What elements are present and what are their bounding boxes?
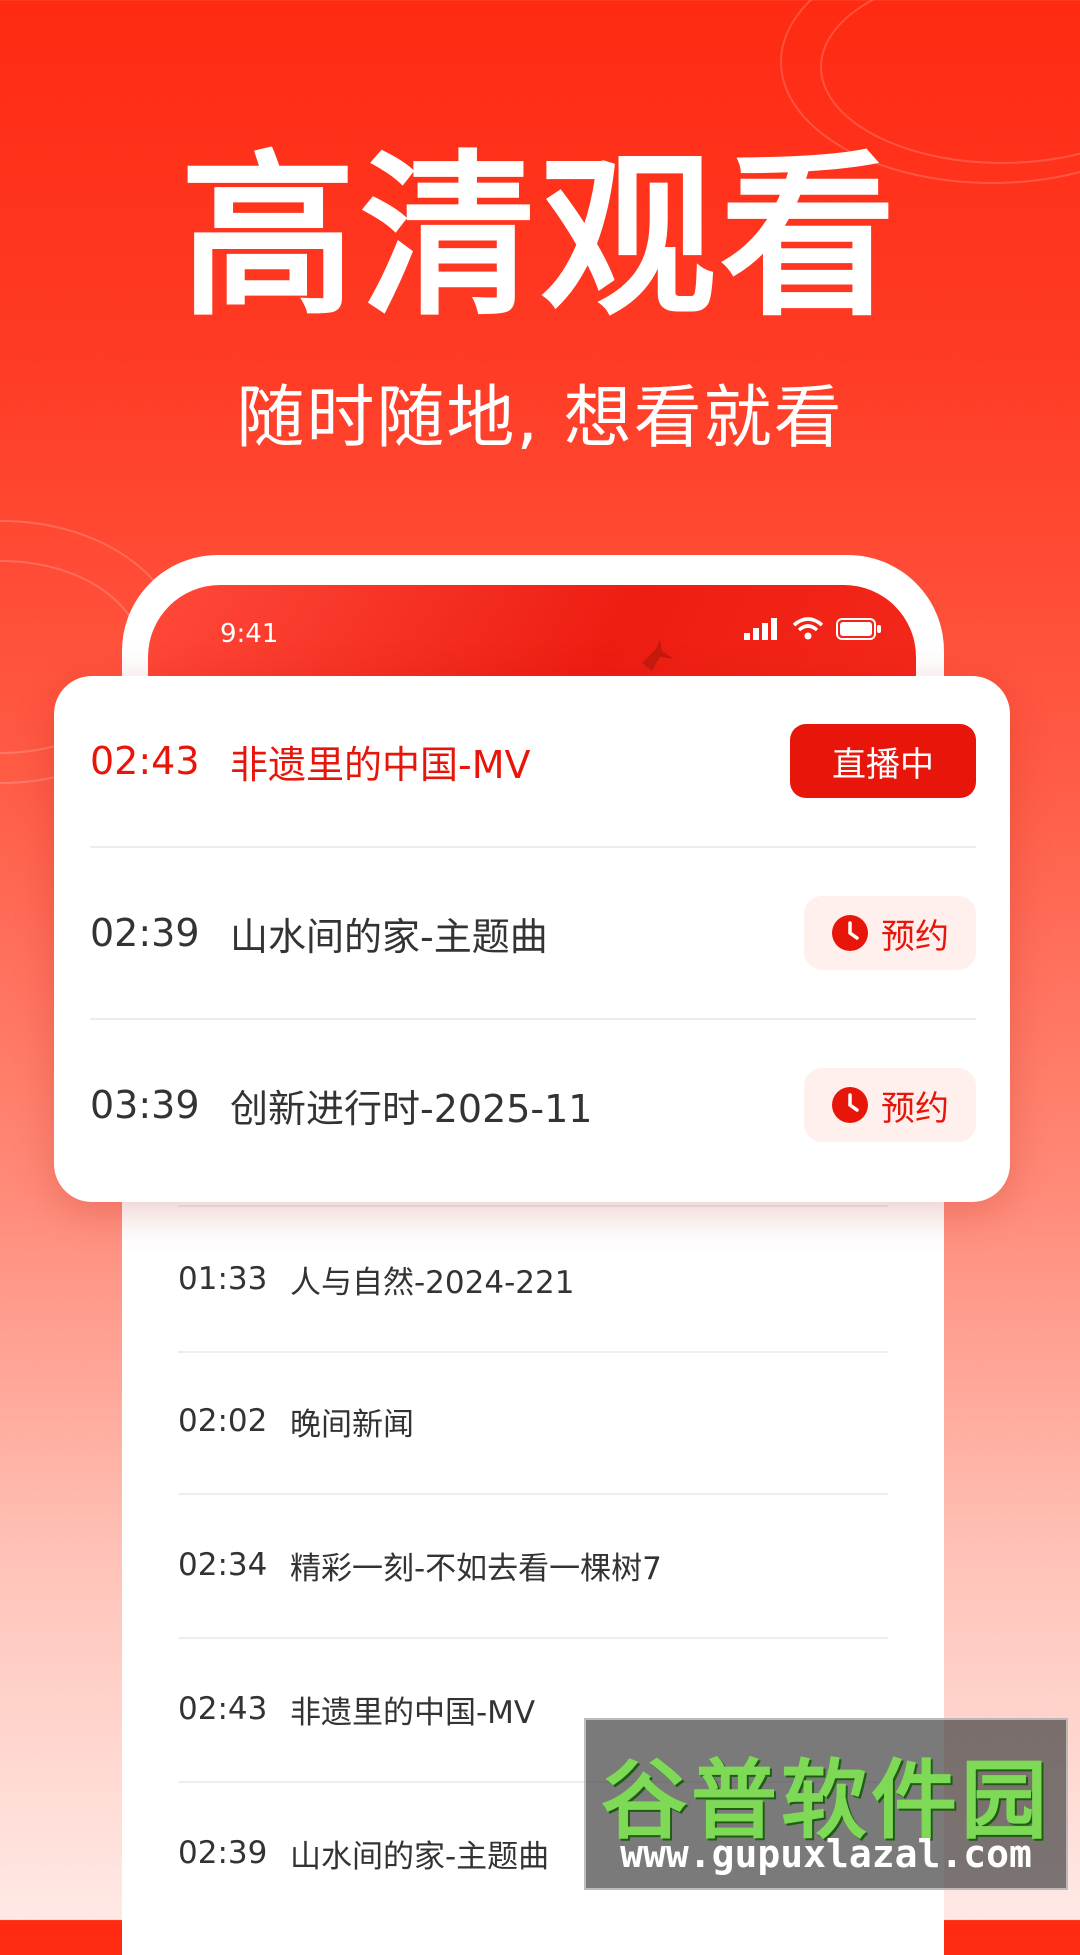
phone-header: 9:41 [148,585,916,685]
schedule-title: 晚间新闻 [290,1406,414,1443]
bird-icon [642,639,674,671]
battery-icon [836,618,881,640]
reserve-button[interactable]: 预约 [804,896,976,970]
program-time: 02:43 [90,739,200,783]
hero-headline: 高清观看 [179,135,900,340]
featured-program-card: 02:43 非遗里的中国-MV 直播中 02:39 山水间的家-主题曲 预约 0… [54,676,1010,1202]
reserve-label: 预约 [881,1088,949,1129]
program-time: 03:39 [90,1083,200,1127]
schedule-time: 02:02 [178,1403,268,1439]
clock-icon [832,1087,868,1123]
schedule-title: 山水间的家-主题曲 [290,1838,550,1875]
schedule-title: 人与自然-2024-221 [290,1264,575,1301]
schedule-time: 02:34 [178,1547,268,1583]
program-title: 创新进行时-2025-11 [230,1086,593,1131]
featured-item[interactable]: 03:39 创新进行时-2025-11 预约 [90,1020,976,1190]
live-now-button[interactable]: 直播中 [790,724,976,798]
schedule-item[interactable]: 02:34 精彩一刻-不如去看一棵树7 [178,1493,888,1639]
schedule-time: 02:39 [178,1835,268,1871]
wifi-icon [792,617,824,640]
reserve-button[interactable]: 预约 [804,1068,976,1142]
schedule-time: 01:33 [178,1261,268,1297]
schedule-title: 非遗里的中国-MV [290,1694,536,1731]
reserve-label: 预约 [881,916,949,957]
featured-item[interactable]: 02:39 山水间的家-主题曲 预约 [90,848,976,1020]
schedule-item[interactable]: 02:02 晚间新闻 [178,1349,888,1495]
status-time: 9:41 [220,619,279,649]
schedule-time: 02:43 [178,1691,268,1727]
watermark-url: www.gupuxlazal.com [620,1832,1032,1876]
featured-item-live[interactable]: 02:43 非遗里的中国-MV 直播中 [90,676,976,848]
schedule-title: 精彩一刻-不如去看一棵树7 [290,1550,662,1587]
program-time: 02:39 [90,911,200,955]
site-watermark: 谷普软件园 www.gupuxlazal.com [584,1718,1068,1890]
status-icons [744,617,882,641]
signal-icon [744,618,777,640]
hero-subtitle: 随时随地, 想看就看 [236,379,844,458]
program-title: 非遗里的中国-MV [230,742,531,787]
clock-icon [832,915,868,951]
schedule-item[interactable]: 01:33 人与自然-2024-221 [178,1205,888,1353]
program-title: 山水间的家-主题曲 [230,914,548,959]
